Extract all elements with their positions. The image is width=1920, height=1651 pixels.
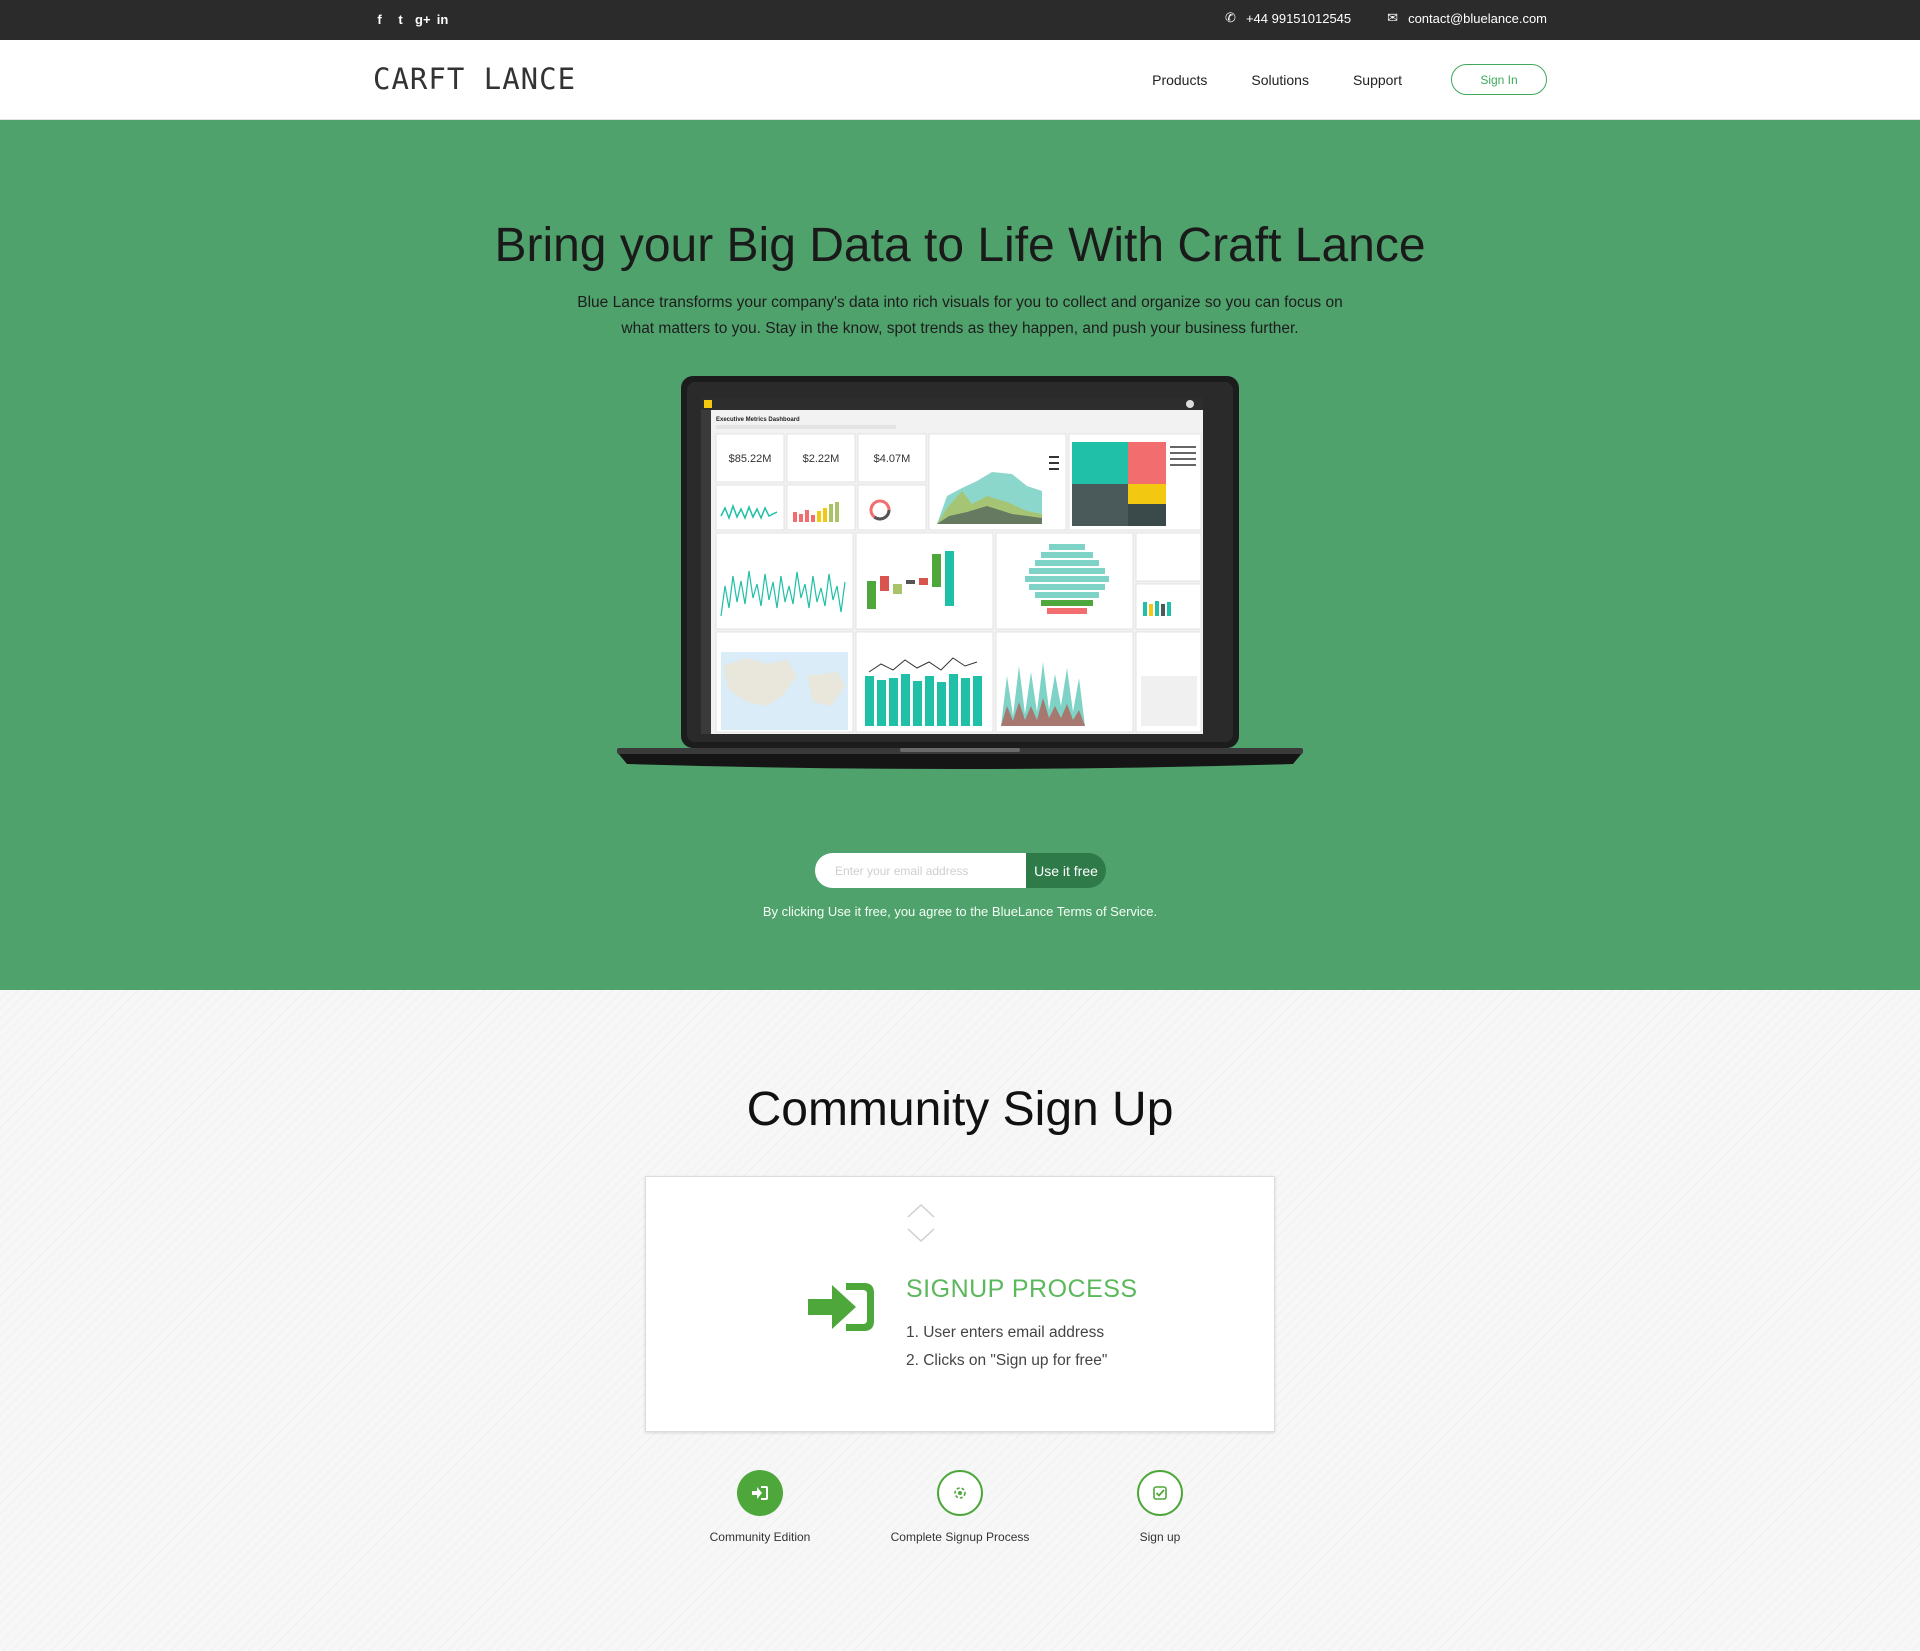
email-address[interactable]: contact@bluelance.com bbox=[1408, 11, 1547, 26]
kpi-tile: $85.22M bbox=[715, 433, 785, 483]
hero-subtitle: Blue Lance transforms your company's dat… bbox=[577, 294, 1343, 337]
step-label: Sign up bbox=[1139, 1530, 1181, 1544]
svg-text:$4.07M: $4.07M bbox=[874, 453, 911, 465]
nav-support[interactable]: Support bbox=[1353, 72, 1402, 88]
community-section: Community Sign Up SIGNUP PROCESS 1. User… bbox=[0, 990, 1920, 1651]
sign-in-icon bbox=[808, 1283, 874, 1331]
step-sign-up[interactable]: Sign up bbox=[1060, 1470, 1260, 1544]
kpi-tile: $2.22M bbox=[786, 433, 856, 483]
list-item: 1. User enters email address bbox=[906, 1324, 1105, 1341]
chevron-up-down-icon bbox=[907, 1203, 935, 1243]
list-item: 2. Clicks on "Sign up for free" bbox=[906, 1352, 1108, 1369]
hero-title: Bring your Big Data to Life With Craft L… bbox=[494, 219, 1426, 272]
envelope-icon: ✉ bbox=[1387, 10, 1399, 25]
twitter-icon[interactable]: t bbox=[394, 12, 407, 28]
phone-number[interactable]: +44 99151012545 bbox=[1246, 11, 1351, 26]
use-it-free-button[interactable]: Use it free bbox=[1026, 853, 1106, 888]
phone-icon: ✆ bbox=[1225, 10, 1236, 25]
sign-in-icon[interactable] bbox=[737, 1470, 783, 1516]
social-links: f t g+ in bbox=[373, 12, 449, 28]
email-signup-form: Use it free bbox=[815, 853, 1106, 888]
signup-steps-list: 1. User enters email address 2. Clicks o… bbox=[906, 1319, 1107, 1375]
step-label: Community Edition bbox=[709, 1530, 811, 1544]
svg-text:$2.22M: $2.22M bbox=[803, 453, 840, 465]
facebook-icon[interactable]: f bbox=[373, 12, 386, 28]
laptop-dashboard-image: Executive Metrics Dashboard $85.22M $2.2… bbox=[617, 376, 1303, 769]
signup-process-title: SIGNUP PROCESS bbox=[906, 1275, 1138, 1303]
nav-solutions[interactable]: Solutions bbox=[1251, 72, 1309, 88]
community-title: Community Sign Up bbox=[746, 1083, 1174, 1136]
signup-process-card: SIGNUP PROCESS 1. User enters email addr… bbox=[645, 1176, 1275, 1432]
dashboard-title: Executive Metrics Dashboard bbox=[716, 417, 800, 423]
step-label: Complete Signup Process bbox=[890, 1530, 1030, 1544]
contact-info: ✆ +44 99151012545 ✉ contact@bluelance.co… bbox=[1225, 10, 1547, 26]
logo[interactable]: CARFT LANCE bbox=[373, 62, 576, 96]
site-header: CARFT LANCE Products Solutions Support S… bbox=[0, 40, 1920, 120]
google-plus-icon[interactable]: g+ bbox=[415, 12, 431, 28]
svg-text:$85.22M: $85.22M bbox=[729, 453, 772, 465]
terms-text: By clicking Use it free, you agree to th… bbox=[762, 904, 1158, 919]
step-complete-signup[interactable]: Complete Signup Process bbox=[860, 1470, 1060, 1544]
kpi-tile: $4.07M bbox=[857, 433, 927, 483]
user-settings-icon[interactable] bbox=[937, 1470, 983, 1516]
linkedin-icon[interactable]: in bbox=[436, 12, 449, 28]
step-community-edition[interactable]: Community Edition bbox=[660, 1470, 860, 1544]
hero-section: Bring your Big Data to Life With Craft L… bbox=[0, 120, 1920, 990]
nav-products[interactable]: Products bbox=[1152, 72, 1207, 88]
main-nav: Products Solutions Support Sign In bbox=[1108, 64, 1547, 95]
sign-in-button[interactable]: Sign In bbox=[1451, 64, 1547, 95]
email-input[interactable] bbox=[815, 853, 1026, 888]
top-bar: f t g+ in ✆ +44 99151012545 ✉ contact@bl… bbox=[0, 0, 1920, 40]
check-square-icon[interactable] bbox=[1137, 1470, 1183, 1516]
